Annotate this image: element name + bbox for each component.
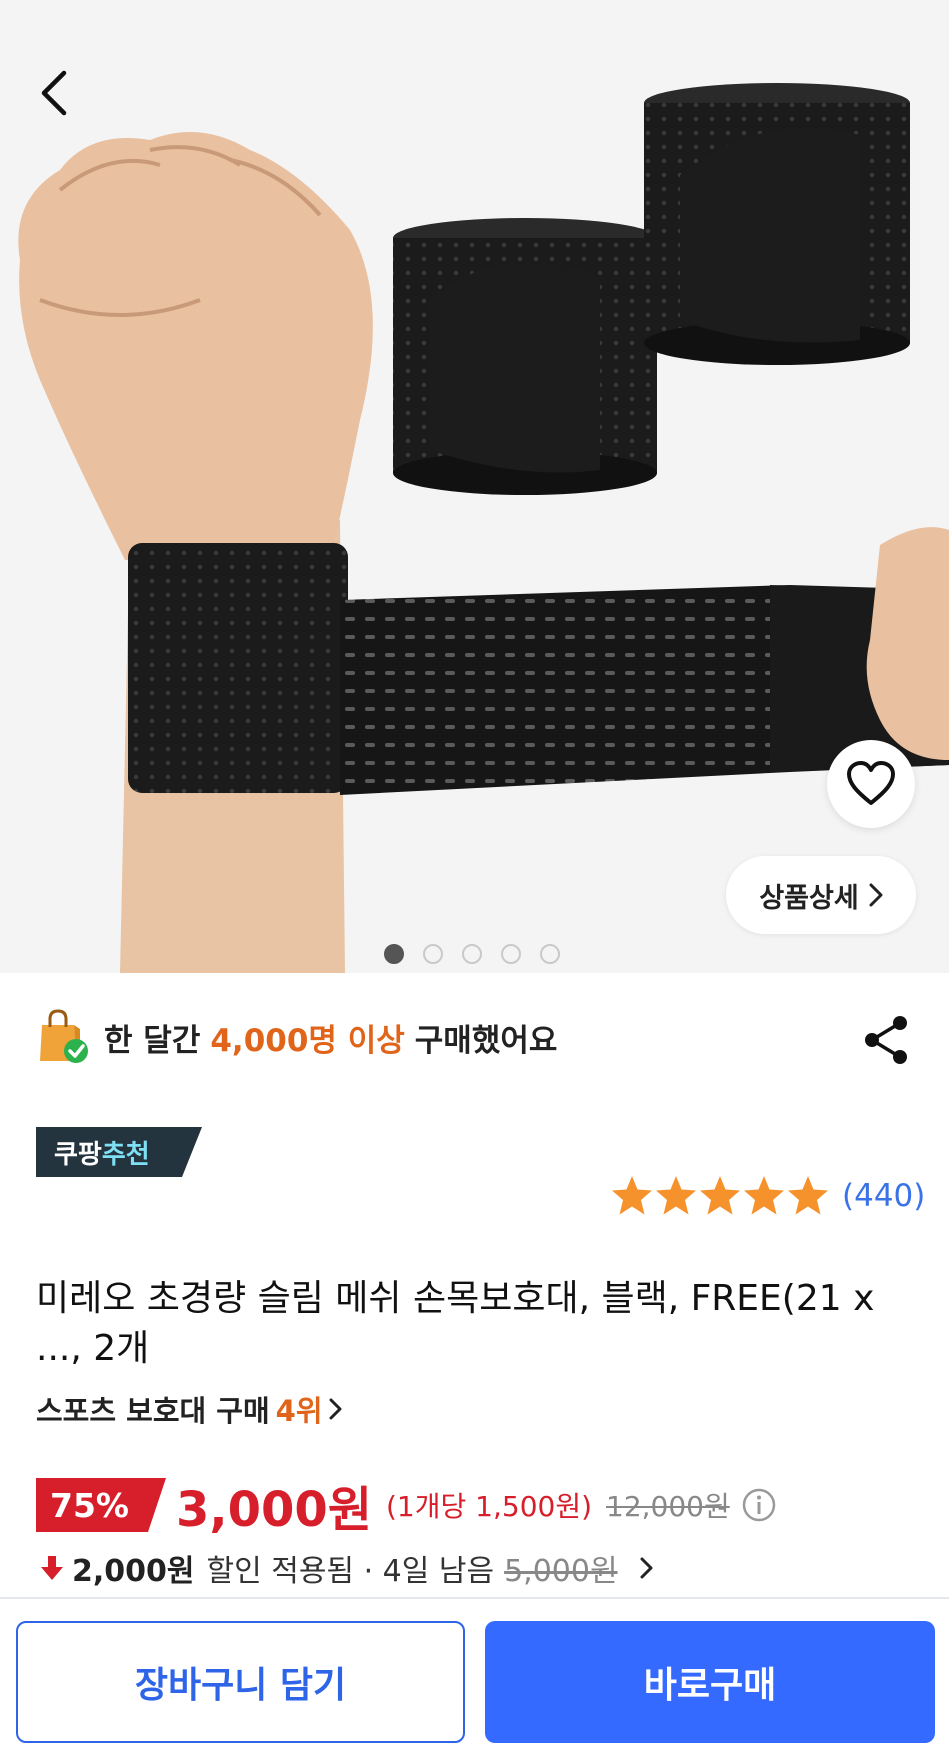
pagination-dot-2[interactable] <box>423 944 443 964</box>
notice-highlight: 4,000명 이상 <box>210 1022 405 1059</box>
badge-recommend: 추천 <box>101 1140 150 1170</box>
back-button[interactable] <box>30 62 80 124</box>
pagination-dot-5[interactable] <box>540 944 560 964</box>
product-title: 미레오 초경량 슬림 메쉬 손목보호대, 블랙, FREE(21 x ..., … <box>36 1278 875 1369</box>
discount-rate: 75% <box>50 1486 129 1525</box>
star-icon <box>788 1176 828 1215</box>
chevron-left-icon <box>41 70 67 116</box>
star-icon <box>612 1176 652 1215</box>
pagination-dot-1[interactable] <box>384 944 404 964</box>
coupang-recommend-badge: 쿠팡추천 <box>36 1127 202 1177</box>
share-button[interactable] <box>862 1014 910 1066</box>
bottom-action-bar: 장바구니 담기 바로구매 <box>0 1597 949 1761</box>
down-arrow-icon <box>41 1556 63 1580</box>
star-icon <box>656 1176 696 1215</box>
notice-suffix: 구매했어요 <box>414 1022 558 1059</box>
heart-icon <box>847 761 895 805</box>
shopping-bag-check-icon <box>40 1009 88 1063</box>
add-to-cart-button[interactable]: 장바구니 담기 <box>16 1621 465 1743</box>
star-icon <box>744 1176 784 1215</box>
gallery-pagination <box>384 944 560 964</box>
info-icon[interactable] <box>742 1488 776 1522</box>
purchase-count-notice: 한 달간 4,000명 이상 구매했어요 <box>36 1006 557 1068</box>
sale-price: 3,000원 <box>176 1482 372 1538</box>
share-icon <box>865 1016 907 1064</box>
star-icon <box>700 1176 740 1215</box>
price-row: 75% 3,000원 (1개당 1,500원) 12,000원 <box>36 1474 776 1538</box>
coupon-discount-row[interactable]: 2,000원 할인 적용됨 · 4일 남음 5,000원 <box>40 1542 654 1594</box>
chevron-right-icon <box>329 1398 341 1420</box>
discount-badge: 75% <box>36 1478 166 1532</box>
category-rank-link[interactable]: 스포츠 보호대 구매 4위 <box>36 1384 343 1434</box>
notice-prefix: 한 달간 <box>104 1022 201 1059</box>
original-price: 12,000원 <box>606 1490 730 1523</box>
product-detail-button[interactable]: 상품상세 <box>726 856 916 934</box>
chevron-right-icon <box>869 883 883 907</box>
rank-label: 스포츠 보호대 구매 <box>36 1394 270 1428</box>
review-count[interactable]: (440) <box>842 1178 925 1214</box>
pagination-dot-4[interactable] <box>501 944 521 964</box>
coupon-amount: 2,000원 <box>72 1554 195 1589</box>
chevron-right-icon <box>640 1557 653 1579</box>
coupon-text: 할인 적용됨 · 4일 남음 <box>206 1554 495 1589</box>
unit-price: (1개당 1,500원) <box>386 1490 593 1523</box>
rank-value: 4위 <box>275 1394 323 1428</box>
wishlist-button[interactable] <box>827 740 915 828</box>
product-rating[interactable]: (440) <box>610 1172 925 1220</box>
buy-now-button[interactable]: 바로구매 <box>485 1621 935 1743</box>
rating-stars <box>612 1176 828 1215</box>
badge-brand: 쿠팡 <box>54 1140 102 1170</box>
product-image-gallery[interactable]: 상품상세 <box>0 0 949 973</box>
product-photo <box>0 0 949 973</box>
coupon-strike-price: 5,000원 <box>504 1554 618 1589</box>
product-detail-label: 상품상세 <box>759 882 859 914</box>
pagination-dot-3[interactable] <box>462 944 482 964</box>
